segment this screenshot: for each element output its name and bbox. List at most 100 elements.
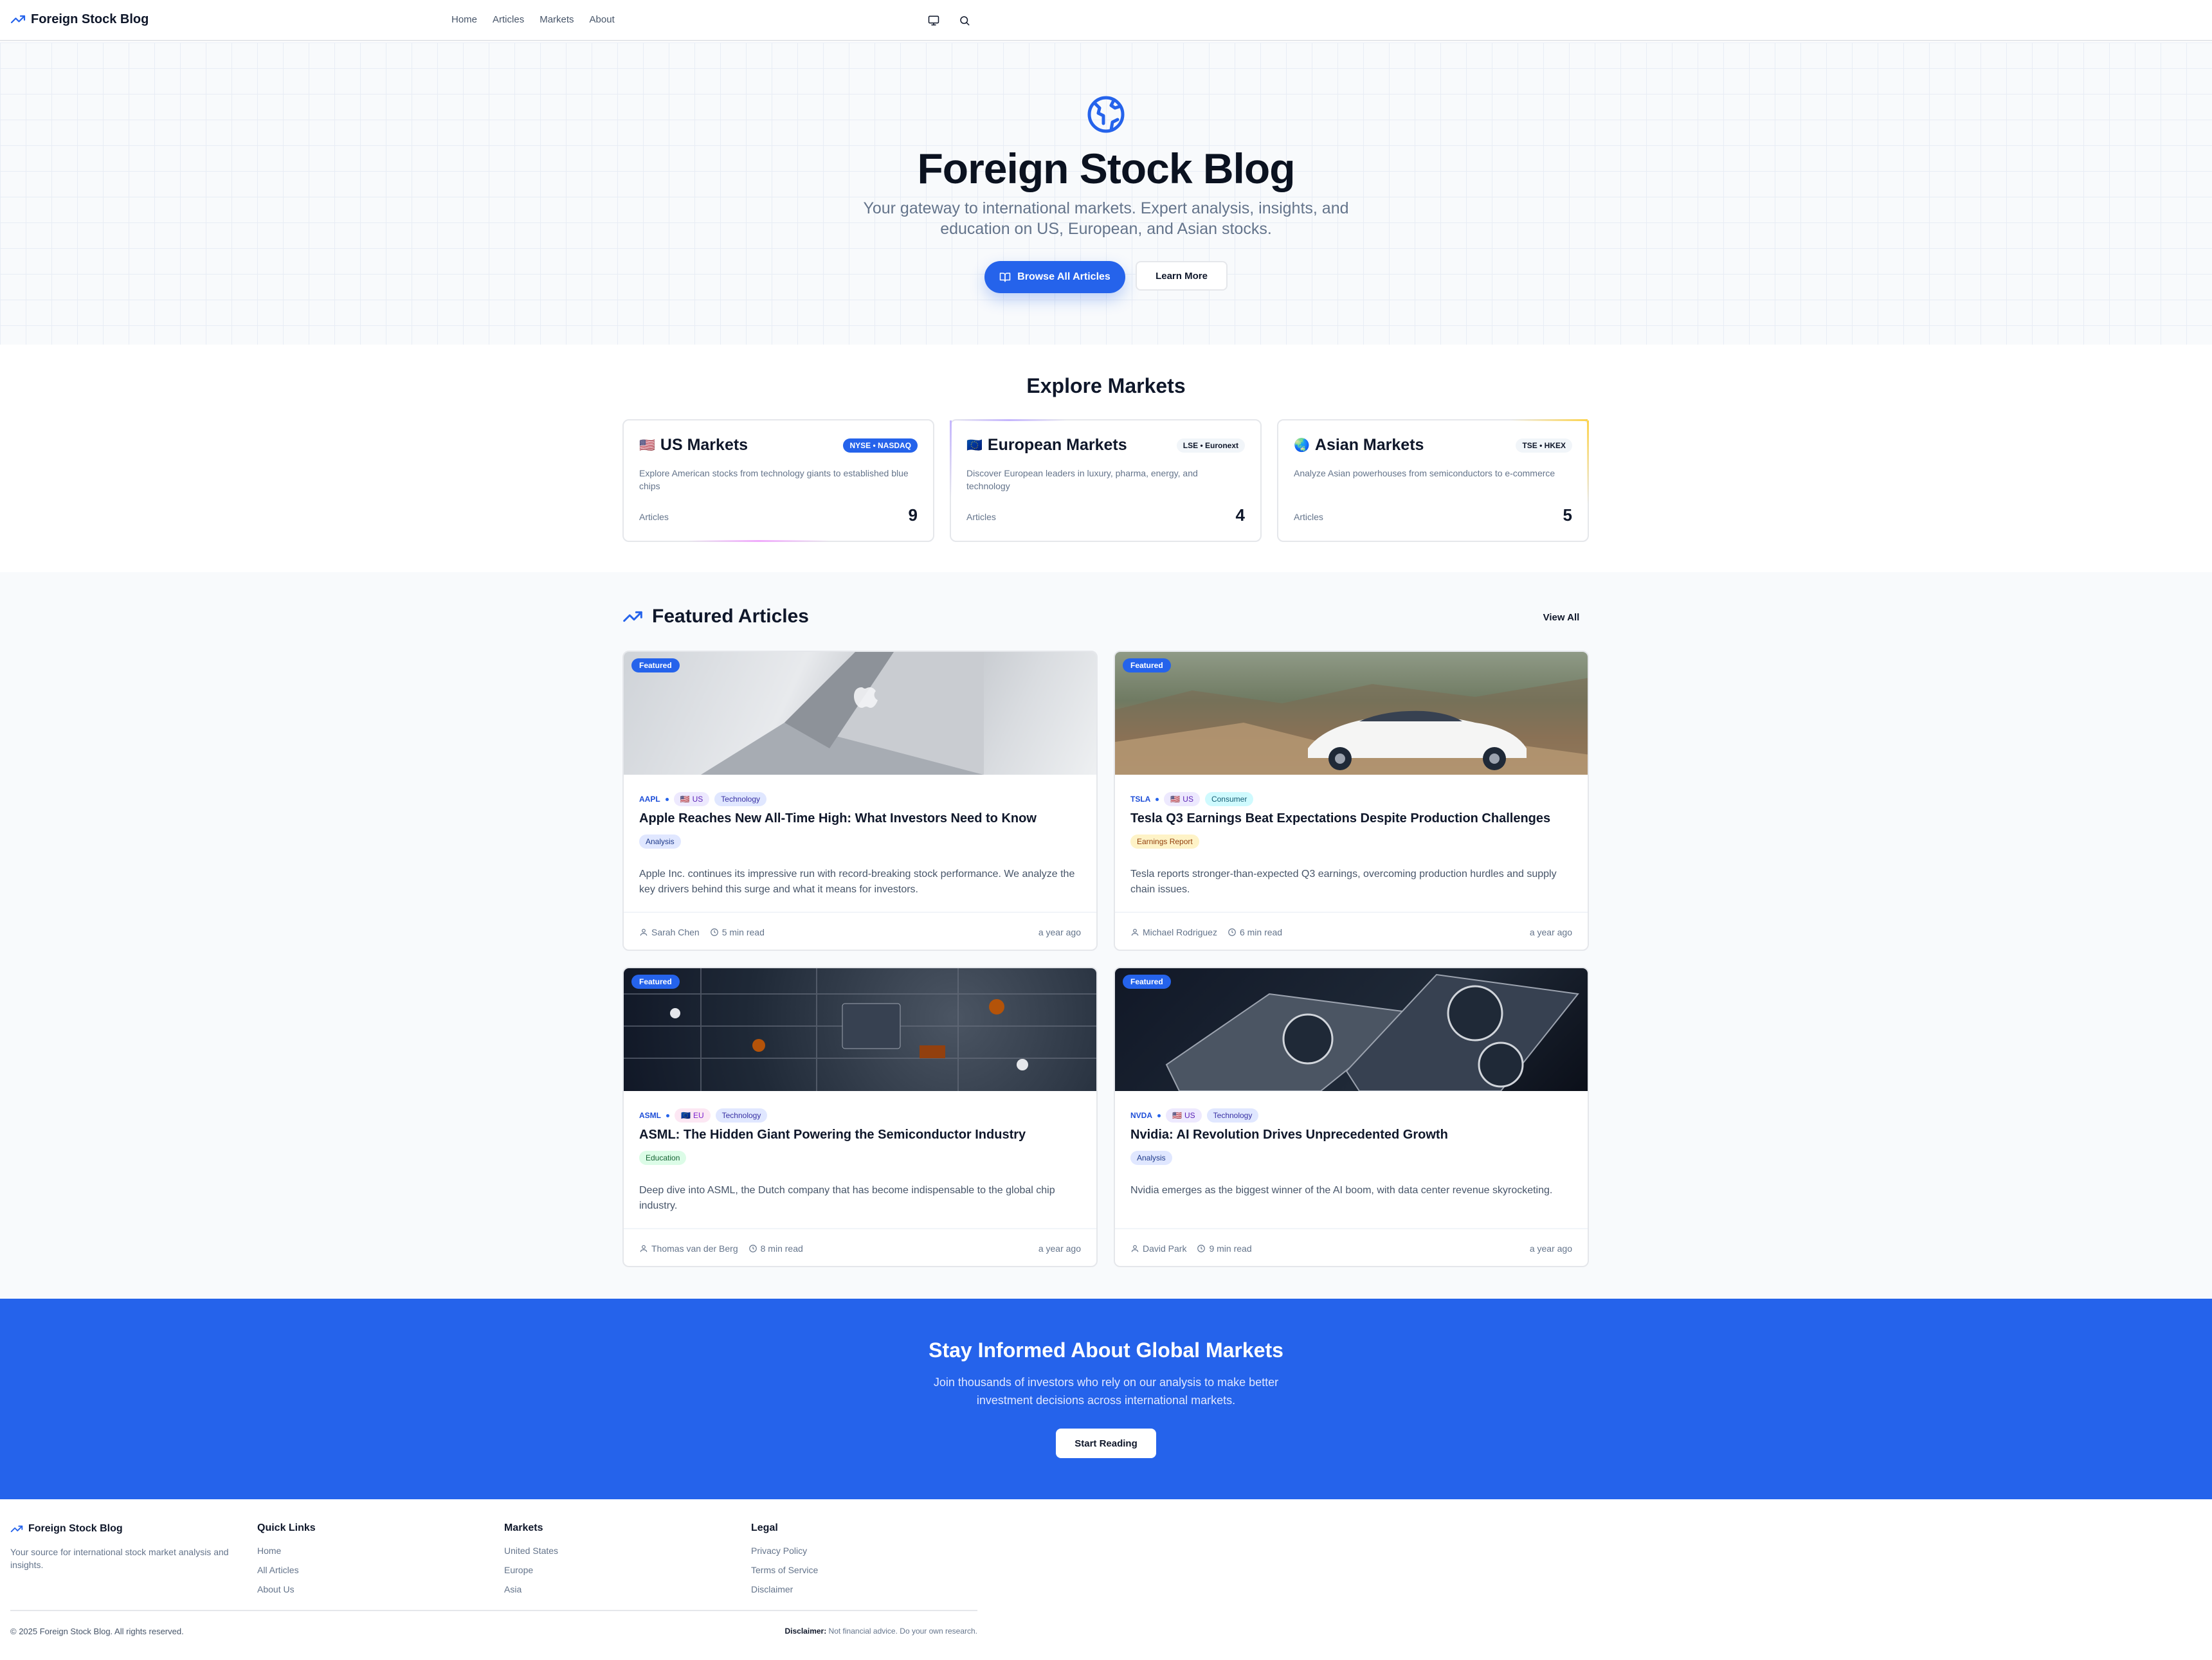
browse-articles-label: Browse All Articles: [1017, 271, 1111, 282]
market-card-us[interactable]: 🇺🇸 US Markets NYSE • NASDAQ Explore Amer…: [622, 419, 934, 542]
footer-link-about-us[interactable]: About Us: [257, 1584, 316, 1594]
footer-link-all-articles[interactable]: All Articles: [257, 1565, 316, 1575]
featured-badge: Featured: [1123, 975, 1171, 989]
user-icon: [1131, 1245, 1139, 1252]
market-card-europe[interactable]: 🇪🇺 European Markets LSE • Euronext Disco…: [950, 419, 1262, 542]
brand-name: Foreign Stock Blog: [31, 12, 149, 26]
footer-link-united-states[interactable]: United States: [504, 1546, 558, 1556]
nav-articles[interactable]: Articles: [493, 14, 524, 25]
article-meta: ASML 🇪🇺 EU Technology: [639, 1108, 768, 1123]
author-name: Michael Rodriguez: [1143, 927, 1217, 937]
published-ago: a year ago: [1038, 927, 1081, 937]
exchange-badge: LSE • Euronext: [1176, 438, 1245, 453]
flag-icon: 🇺🇸: [680, 795, 690, 804]
browse-articles-button[interactable]: Browse All Articles: [984, 261, 1125, 293]
region-label: US: [692, 795, 703, 804]
hero-title: Foreign Stock Blog: [917, 145, 1295, 192]
ticker-label: AAPL: [639, 795, 660, 804]
category-pill: Education: [639, 1151, 687, 1165]
monitor-icon[interactable]: [926, 13, 941, 28]
copyright: © 2025 Foreign Stock Blog. All rights re…: [10, 1627, 184, 1636]
article-meta: TSLA 🇺🇸 US Consumer: [1130, 792, 1254, 806]
region-label: EU: [693, 1111, 704, 1120]
divider: [1115, 912, 1588, 913]
article-excerpt: Apple Inc. continues its impressive run …: [639, 869, 1075, 895]
article-card-aapl[interactable]: Featured AAPL 🇺🇸 US Technology Apple Reac…: [622, 651, 1098, 951]
author-name: Sarah Chen: [651, 927, 700, 937]
author-name: David Park: [1143, 1243, 1187, 1254]
footer-link-disclaimer[interactable]: Disclaimer: [751, 1584, 818, 1594]
footer-link-terms[interactable]: Terms of Service: [751, 1565, 818, 1575]
nav-markets[interactable]: Markets: [539, 14, 574, 25]
trending-up-icon: [623, 611, 642, 622]
site-footer: Foreign Stock Blog Your source for inter…: [0, 1499, 2212, 1660]
featured-badge: Featured: [631, 658, 680, 672]
read-time: 6 min read: [1239, 927, 1283, 937]
exchange-badge: TSE • HKEX: [1516, 438, 1572, 453]
article-excerpt: Nvidia emerges as the biggest winner of …: [1130, 1185, 1553, 1196]
article-card-asml[interactable]: Featured ASML 🇪🇺 EU Technology ASML: The …: [622, 967, 1098, 1267]
read-time: 8 min read: [760, 1243, 803, 1254]
articles-label: Articles: [639, 512, 669, 522]
region-label: US: [1184, 1111, 1195, 1120]
brand-link[interactable]: Foreign Stock Blog: [10, 12, 149, 27]
nav-about[interactable]: About: [590, 14, 615, 25]
book-open-icon: [999, 273, 1011, 282]
start-reading-button[interactable]: Start Reading: [1056, 1429, 1156, 1458]
separator-dot: [1157, 1114, 1161, 1117]
market-card-heading: 🇪🇺 European Markets: [966, 436, 1127, 455]
articles-count: 4: [1235, 505, 1245, 525]
separator-dot: [666, 1114, 669, 1117]
article-title[interactable]: ASML: The Hidden Giant Powering the Semi…: [639, 1128, 1083, 1142]
footer-description: Your source for international stock mark…: [10, 1547, 229, 1570]
article-byline: Sarah Chen 5 min read: [639, 927, 765, 937]
flag-icon: 🇪🇺: [681, 1111, 691, 1120]
footer-link-europe[interactable]: Europe: [504, 1565, 558, 1575]
region-pill: 🇺🇸 US: [673, 792, 710, 806]
region-pill: 🇺🇸 US: [1164, 792, 1200, 806]
laptop-image: [624, 652, 1096, 775]
read-time: 9 min read: [1209, 1243, 1252, 1254]
article-title[interactable]: Nvidia: AI Revolution Drives Unprecedent…: [1130, 1128, 1574, 1142]
market-card-description: Discover European leaders in luxury, pha…: [966, 468, 1198, 491]
article-title[interactable]: Tesla Q3 Earnings Beat Expectations Desp…: [1130, 811, 1574, 826]
footer-brand-name: Foreign Stock Blog: [28, 1523, 123, 1534]
articles-label: Articles: [966, 512, 996, 522]
ticker-label: TSLA: [1130, 795, 1151, 804]
article-card-tsla[interactable]: Featured TSLA 🇺🇸 US Consumer Tesla Q3 Ear…: [1114, 651, 1589, 951]
search-icon[interactable]: [957, 13, 972, 28]
featured-heading: Featured Articles: [622, 606, 809, 627]
sector-pill: Technology: [715, 1108, 768, 1123]
view-all-button[interactable]: View All: [1533, 604, 1590, 630]
category-pill: Analysis: [1130, 1151, 1172, 1165]
article-card-nvda[interactable]: Featured NVDA 🇺🇸 US Technology Nvidia: AI…: [1114, 967, 1589, 1267]
learn-more-button[interactable]: Learn More: [1136, 261, 1228, 291]
market-card-title: European Markets: [987, 436, 1127, 454]
featured-badge: Featured: [631, 975, 680, 989]
featured-title: Featured Articles: [652, 606, 809, 627]
article-title[interactable]: Apple Reaches New All-Time High: What In…: [639, 811, 1083, 826]
footer-link-home[interactable]: Home: [257, 1546, 316, 1556]
gpu-image: [1115, 968, 1588, 1091]
footer-link-privacy[interactable]: Privacy Policy: [751, 1546, 818, 1556]
us-flag-icon: 🇺🇸: [639, 438, 655, 453]
hero-subtitle: Your gateway to international markets. E…: [863, 199, 1349, 238]
user-icon: [1131, 928, 1139, 936]
footer-legal: Legal Privacy Policy Terms of Service Di…: [751, 1522, 818, 1603]
sector-pill: Consumer: [1204, 792, 1254, 806]
category-pill: Earnings Report: [1130, 835, 1199, 849]
disclaimer-text: Not financial advice. Do your own resear…: [828, 1627, 977, 1636]
trending-up-icon: [10, 1525, 23, 1533]
nav-home[interactable]: Home: [451, 14, 477, 25]
divider: [1115, 1228, 1588, 1229]
globe-asia-icon: 🌏: [1294, 438, 1310, 453]
published-ago: a year ago: [1529, 927, 1572, 937]
market-card-asia[interactable]: 🌏 Asian Markets TSE • HKEX Analyze Asian…: [1277, 419, 1589, 542]
ticker-label: ASML: [639, 1111, 661, 1120]
eu-flag-icon: 🇪🇺: [966, 438, 983, 453]
footer-link-asia[interactable]: Asia: [504, 1584, 558, 1594]
footer-brand[interactable]: Foreign Stock Blog: [10, 1522, 123, 1535]
user-icon: [640, 1245, 648, 1252]
read-time: 5 min read: [721, 927, 765, 937]
separator-dot: [1156, 797, 1159, 801]
